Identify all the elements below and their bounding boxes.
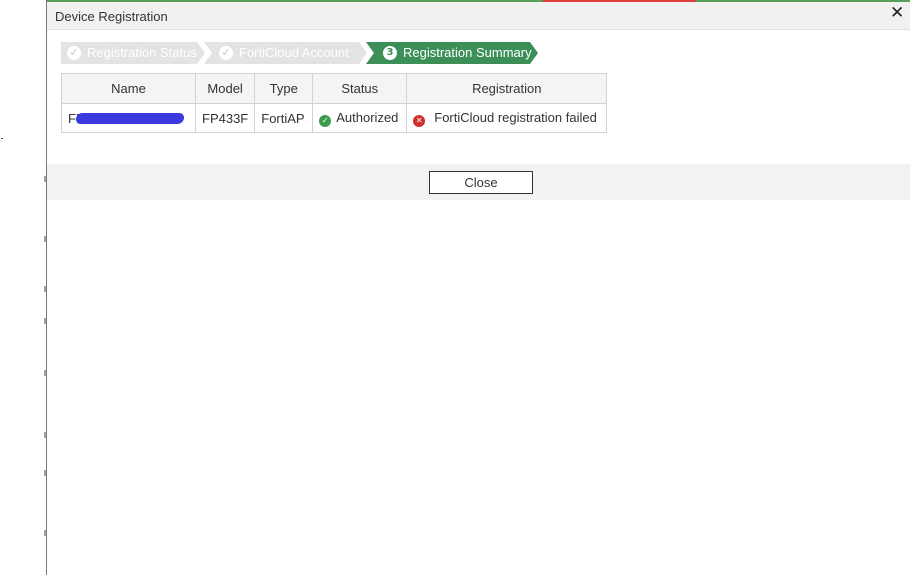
check-icon: ✓ [67, 46, 81, 60]
cell-name: FP [61, 103, 196, 133]
check-icon: ✓ [219, 46, 233, 60]
check-circle-icon: ✓ [319, 114, 332, 127]
step-label: FortiCloud Account [239, 45, 349, 60]
close-icon[interactable]: ✕ [890, 5, 904, 22]
cell-model: FP433F [194, 103, 256, 133]
error-circle-icon: ✕ [413, 114, 426, 127]
column-header-type[interactable]: Type [254, 73, 314, 104]
device-registration-dialog: Device Registration ✕ ✓ Registration Sta… [46, 0, 910, 575]
background-artifact [1, 138, 3, 139]
cell-status: ✓ Authorized [312, 103, 408, 133]
column-header-name[interactable]: Name [61, 73, 196, 104]
step-registration-summary[interactable]: 3 Registration Summary [366, 42, 538, 64]
dialog-title: Device Registration [55, 9, 168, 24]
registration-table: Name Model Type Status Registration FP F… [61, 73, 608, 133]
step-number-badge: 3 [383, 46, 397, 60]
table-header-row: Name Model Type Status Registration [61, 73, 608, 104]
cell-registration: ✕ FortiCloud registration failed [406, 103, 608, 133]
cell-type: FortiAP [254, 103, 314, 133]
step-label: Registration Status [87, 45, 197, 60]
column-header-status[interactable]: Status [312, 73, 408, 104]
step-label: Registration Summary [403, 45, 532, 60]
dialog-titlebar: Device Registration ✕ [47, 2, 910, 30]
step-forticloud-account[interactable]: ✓ FortiCloud Account [204, 42, 367, 64]
table-row[interactable]: FP FP433F FortiAP ✓ Authorized ✕ FortiClou… [61, 103, 608, 133]
step-registration-status[interactable]: ✓ Registration Status [61, 42, 205, 64]
close-button[interactable]: Close [429, 171, 533, 194]
column-header-model[interactable]: Model [194, 73, 256, 104]
registration-text: FortiCloud registration failed [434, 109, 597, 125]
background-page [0, 0, 46, 575]
redaction-scribble [75, 113, 185, 124]
status-text: Authorized [336, 109, 399, 125]
column-header-registration[interactable]: Registration [406, 73, 608, 104]
dialog-footer: Close [47, 164, 910, 200]
